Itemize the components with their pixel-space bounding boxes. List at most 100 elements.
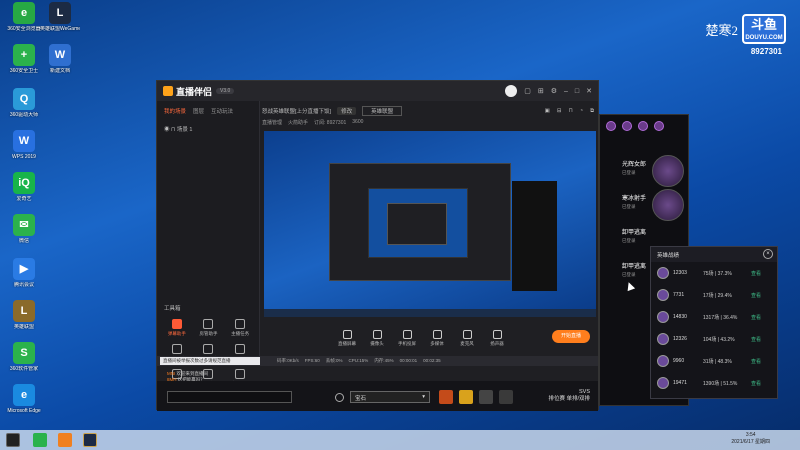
control-icon bbox=[402, 329, 412, 339]
helper-link[interactable]: 火箭助手 bbox=[288, 119, 308, 126]
category-select[interactable]: 英雄联盟 bbox=[362, 106, 403, 116]
bell-icon[interactable]: ◔ bbox=[580, 108, 583, 115]
desktop-icon-label: 英雄联盟WeGame版 bbox=[40, 26, 80, 32]
chat-input[interactable] bbox=[167, 391, 292, 403]
title-bar[interactable]: 直播伴侣 V3.0 ▢ ⊞ ⚙ – □ ✕ bbox=[157, 81, 598, 101]
view-link[interactable]: 查看 bbox=[751, 358, 761, 365]
control-button[interactable]: 手机投屏 bbox=[392, 329, 422, 347]
maximize-icon[interactable]: □ bbox=[575, 88, 579, 95]
list-item[interactable]: 7731 17场 | 29.4% 查看 bbox=[651, 284, 777, 306]
desktop-icon[interactable]: L 英雄联盟 bbox=[4, 300, 44, 330]
gift-icon[interactable]: ⊞ bbox=[538, 87, 544, 95]
clock[interactable]: 3:54 2021/6/17 星期四 bbox=[731, 432, 770, 446]
gift-select[interactable]: 宝石 ▾ bbox=[350, 391, 430, 403]
app-icon[interactable] bbox=[83, 433, 97, 447]
desktop-icon[interactable]: S 360软件管家 bbox=[4, 342, 44, 372]
app-icon: ▶ bbox=[13, 258, 35, 280]
record-icon[interactable]: ▣ bbox=[545, 108, 550, 115]
gift-item-icon[interactable] bbox=[499, 390, 513, 404]
avatar[interactable] bbox=[505, 85, 518, 97]
list-item[interactable]: 12326 104场 | 43.2% 查看 bbox=[651, 328, 777, 350]
stream-preview[interactable] bbox=[264, 131, 596, 317]
champion-icon[interactable] bbox=[622, 121, 632, 131]
desktop-icon[interactable]: Q 360驱动大师 bbox=[4, 88, 44, 118]
control-icon bbox=[432, 329, 442, 339]
lock-icon[interactable]: ⊓ bbox=[568, 108, 572, 115]
edit-icon[interactable] bbox=[335, 393, 344, 402]
desktop-icon[interactable]: +360安全卫士 bbox=[4, 44, 44, 74]
player-id: 14830 bbox=[673, 314, 687, 320]
close-icon[interactable]: × bbox=[763, 249, 773, 259]
lock-icon[interactable]: ⊓ bbox=[171, 127, 175, 133]
tab-scenes[interactable]: 我的场景 bbox=[164, 107, 186, 115]
avatar bbox=[652, 189, 684, 221]
desktop-icon[interactable]: W 新建文档 bbox=[40, 44, 80, 74]
streaming-app-window: 直播伴侣 V3.0 ▢ ⊞ ⚙ – □ ✕ 我的场景 图层 互动玩法 ◉ ⊓ 场… bbox=[156, 80, 599, 411]
tool-button[interactable]: 房管助手 bbox=[193, 319, 225, 337]
player-stat: 31场 | 48.3% bbox=[703, 358, 732, 365]
eye-icon[interactable]: ◉ bbox=[164, 127, 170, 133]
tool-label: 主播任务 bbox=[231, 331, 250, 336]
player-entry[interactable]: 卸甲逃离 已登录 bbox=[622, 263, 646, 279]
minimize-icon[interactable]: – bbox=[564, 88, 568, 95]
close-icon[interactable]: ✕ bbox=[586, 87, 592, 95]
tool-button[interactable]: 弹幕助手 bbox=[161, 319, 193, 337]
status-text: CPU:15% bbox=[348, 358, 369, 363]
player-id: 7731 bbox=[673, 292, 685, 298]
control-button[interactable]: 直播屏幕 bbox=[332, 329, 362, 347]
view-link[interactable]: 查看 bbox=[751, 336, 761, 343]
tool-button[interactable]: 主播任务 bbox=[224, 319, 256, 337]
desktop-icon[interactable]: ▶ 腾讯会议 bbox=[4, 258, 44, 288]
edit-title-button[interactable]: 修改 bbox=[337, 107, 357, 115]
tab-layers[interactable]: 图层 bbox=[193, 107, 204, 115]
control-button[interactable]: 麦克风 bbox=[452, 329, 482, 347]
control-button[interactable]: 摄像头 bbox=[362, 329, 392, 347]
desktop-icon[interactable]: W WPS 2019 bbox=[4, 130, 44, 160]
view-link[interactable]: 查看 bbox=[751, 292, 761, 299]
list-item[interactable]: 9960 31场 | 48.3% 查看 bbox=[651, 350, 777, 372]
desktop-icon[interactable]: e 360安全浏览器 bbox=[4, 2, 44, 32]
view-link[interactable]: 查看 bbox=[751, 270, 761, 277]
list-item[interactable]: 19471 1390场 | 51.5% 查看 bbox=[651, 372, 777, 394]
start-icon[interactable] bbox=[6, 433, 20, 447]
desktop-icon[interactable]: L 英雄联盟WeGame版 bbox=[40, 2, 80, 32]
desktop-icon-label: 360驱动大师 bbox=[9, 112, 39, 118]
control-button[interactable]: 扬声器 bbox=[482, 329, 512, 347]
player-entry[interactable]: 光辉女郎 已登录 bbox=[622, 161, 646, 177]
status-text: 丢帧:0% bbox=[325, 358, 343, 363]
message-icon[interactable]: ▢ bbox=[524, 87, 531, 95]
start-stream-button[interactable]: 开始直播 bbox=[552, 330, 590, 343]
manage-link[interactable]: 直播管理 bbox=[262, 119, 282, 126]
view-link[interactable]: 查看 bbox=[751, 380, 761, 387]
list-item[interactable]: 14830 1317场 | 36.4% 查看 bbox=[651, 306, 777, 328]
champion-icon[interactable] bbox=[606, 121, 616, 131]
list-item[interactable]: 12303 75场 | 37.3% 查看 bbox=[651, 262, 777, 284]
app-icon[interactable] bbox=[33, 433, 47, 447]
control-label: 麦克风 bbox=[460, 340, 474, 346]
tab-interact[interactable]: 互动玩法 bbox=[211, 107, 233, 115]
layout-icon[interactable]: ⧉ bbox=[590, 108, 594, 115]
gift-fire-icon[interactable] bbox=[439, 390, 453, 404]
app-icon[interactable] bbox=[58, 433, 72, 447]
player-entry[interactable]: 卸甲逃离 已登录 bbox=[622, 229, 646, 245]
room-id-text: 订阅: 8927301 bbox=[314, 120, 347, 126]
gift-item-icon[interactable] bbox=[479, 390, 493, 404]
desktop-icon[interactable]: ✉ 微信 bbox=[4, 214, 44, 244]
champion-icon[interactable] bbox=[638, 121, 648, 131]
control-button[interactable]: 多媒体 bbox=[422, 329, 452, 347]
player-entry[interactable]: 寒冰射手 已登录 bbox=[622, 195, 646, 211]
scene-item[interactable]: ◉ ⊓ 场景 1 bbox=[157, 121, 259, 137]
folder-icon[interactable]: ⊟ bbox=[557, 108, 562, 115]
champion-icon[interactable] bbox=[654, 121, 664, 131]
avatar bbox=[657, 289, 669, 301]
stream-title[interactable]: 怒战英雄联盟[上分直播下饭] bbox=[262, 107, 331, 115]
gift-flash-icon[interactable] bbox=[459, 390, 473, 404]
settings-icon[interactable]: ⚙ bbox=[551, 87, 557, 95]
desktop-icon[interactable]: iQ 爱奇艺 bbox=[4, 172, 44, 202]
rank-info: SVS 排位赛 单排/双排 bbox=[548, 389, 590, 402]
desktop-icon-label: WPS 2019 bbox=[12, 154, 36, 160]
desktop-icon[interactable]: e Microsoft Edge bbox=[4, 384, 44, 414]
view-link[interactable]: 查看 bbox=[751, 314, 761, 321]
status-text: 内存:45% bbox=[374, 358, 394, 363]
control-label: 直播屏幕 bbox=[338, 340, 356, 346]
